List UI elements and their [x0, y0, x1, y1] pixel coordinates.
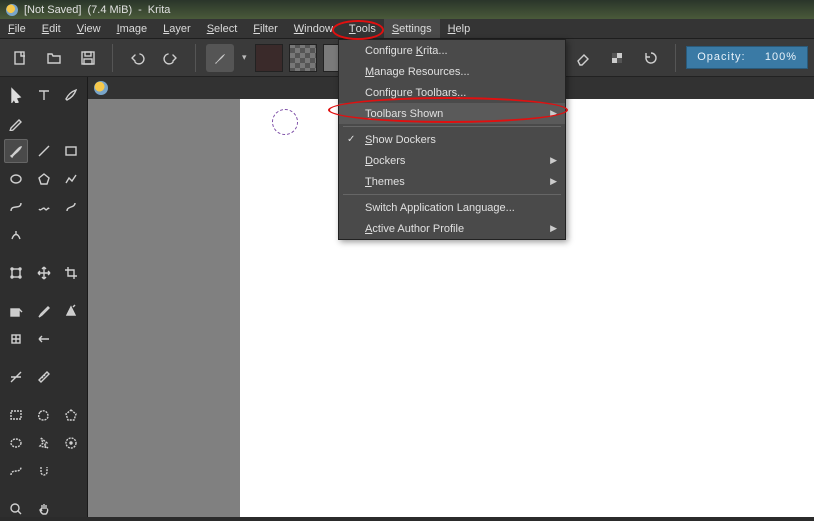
brush-preset-button[interactable]	[206, 44, 234, 72]
tool-color-picker[interactable]	[32, 299, 56, 323]
menu-filter[interactable]: Filter	[245, 19, 285, 38]
document-tab-icon[interactable]	[94, 81, 108, 95]
toolbar-separator	[195, 44, 196, 72]
tool-line[interactable]	[32, 139, 56, 163]
menu-item-manage-resources[interactable]: Manage Resources...	[339, 61, 565, 82]
menu-item-toolbars-shown[interactable]: Toolbars Shown ▶	[339, 103, 565, 124]
menu-item-configure-krita[interactable]: Configure Krita...	[339, 40, 565, 61]
tool-transform[interactable]	[4, 261, 28, 285]
toolbar-separator	[675, 44, 676, 72]
tool-zoom[interactable]	[4, 497, 28, 521]
tool-rect-select[interactable]	[4, 403, 28, 427]
menu-item-dockers[interactable]: Dockers ▶	[339, 150, 565, 171]
tool-free-select[interactable]	[32, 403, 56, 427]
menu-bar: FileEditViewImageLayerSelectFilterWindow…	[0, 19, 814, 39]
menu-item-switch-application-language[interactable]: Switch Application Language...	[339, 197, 565, 218]
tool-gradient[interactable]	[32, 327, 56, 351]
menu-item-label: Configure Krita...	[365, 45, 448, 57]
menu-item-label: Dockers	[365, 155, 405, 167]
toolbox	[0, 77, 88, 517]
tool-assist[interactable]	[4, 365, 28, 389]
opacity-slider[interactable]: Opacity: 100%	[686, 46, 808, 69]
open-file-button[interactable]	[40, 44, 68, 72]
opacity-value: 100%	[765, 51, 797, 63]
menu-item-label: Configure Toolbars...	[365, 87, 466, 99]
menu-item-label: Manage Resources...	[365, 66, 470, 78]
title-bar: [Not Saved] (7.4 MiB) - Krita	[0, 0, 814, 19]
menu-layer[interactable]: Layer	[155, 19, 199, 38]
alpha-lock-button[interactable]	[603, 44, 631, 72]
tool-bezier-select[interactable]	[4, 459, 28, 483]
settings-menu-dropdown: Configure Krita... Manage Resources... Con…	[338, 39, 566, 240]
erase-mode-button[interactable]	[569, 44, 597, 72]
menu-select[interactable]: Select	[199, 19, 246, 38]
tool-multibrush[interactable]	[4, 223, 28, 247]
menu-view[interactable]: View	[69, 19, 109, 38]
check-icon: ✓	[347, 134, 355, 145]
menu-help[interactable]: Help	[440, 19, 479, 38]
save-file-button[interactable]	[74, 44, 102, 72]
redo-button[interactable]	[157, 44, 185, 72]
title-sep: -	[138, 4, 142, 16]
tool-polygon[interactable]	[32, 167, 56, 191]
tool-poly-select[interactable]	[59, 403, 83, 427]
title-doc-status: [Not Saved]	[24, 4, 81, 16]
title-app: Krita	[148, 4, 171, 16]
app-icon	[6, 4, 18, 16]
menu-settings[interactable]: Settings	[384, 19, 440, 38]
title-size: (7.4 MiB)	[87, 4, 132, 16]
menu-item-active-author-profile[interactable]: Active Author Profile ▶	[339, 218, 565, 239]
tool-move[interactable]	[32, 261, 56, 285]
brush-cursor-outline	[272, 109, 298, 135]
opacity-label: Opacity:	[697, 51, 745, 63]
new-file-button[interactable]	[6, 44, 34, 72]
tool-rect[interactable]	[59, 139, 83, 163]
tool-patch[interactable]	[4, 327, 28, 351]
toolbar-separator	[112, 44, 113, 72]
tool-bezier[interactable]	[4, 195, 28, 219]
tool-text[interactable]	[32, 83, 56, 107]
tool-brush[interactable]	[4, 139, 28, 163]
tool-freehand[interactable]	[32, 195, 56, 219]
tool-dynamic[interactable]	[59, 195, 83, 219]
tool-fill[interactable]	[4, 299, 28, 323]
tool-polyline[interactable]	[59, 167, 83, 191]
tool-magnetic-select[interactable]	[32, 459, 56, 483]
menu-tools[interactable]: Tools	[341, 19, 384, 38]
menu-item-show-dockers[interactable]: ✓ Show Dockers	[339, 129, 565, 150]
tool-smart-fill[interactable]	[59, 299, 83, 323]
undo-button[interactable]	[123, 44, 151, 72]
chevron-down-icon[interactable]: ▾	[240, 52, 249, 63]
menu-window[interactable]: Window	[286, 19, 341, 38]
tool-cursor[interactable]	[4, 83, 28, 107]
tool-measure[interactable]	[32, 365, 56, 389]
menu-edit[interactable]: Edit	[34, 19, 69, 38]
menu-item-label: Themes	[365, 176, 405, 188]
tool-crop[interactable]	[59, 261, 83, 285]
menu-item-label: Show Dockers	[365, 134, 436, 146]
menu-item-label: Toolbars Shown	[365, 108, 443, 120]
submenu-arrow-icon: ▶	[550, 176, 557, 187]
submenu-arrow-icon: ▶	[550, 223, 557, 234]
tool-pan[interactable]	[32, 497, 56, 521]
menu-item-themes[interactable]: Themes ▶	[339, 171, 565, 192]
tool-contig-select[interactable]	[32, 431, 56, 455]
submenu-arrow-icon: ▶	[550, 108, 557, 119]
pattern-swatch-2[interactable]	[289, 44, 317, 72]
menu-item-configure-toolbars[interactable]: Configure Toolbars...	[339, 82, 565, 103]
menu-separator	[343, 126, 561, 127]
menu-separator	[343, 194, 561, 195]
tool-pencil[interactable]	[4, 111, 28, 135]
tool-color-select[interactable]	[59, 431, 83, 455]
tool-ellipse[interactable]	[4, 167, 28, 191]
submenu-arrow-icon: ▶	[550, 155, 557, 166]
menu-image[interactable]: Image	[109, 19, 156, 38]
tool-calligraphy[interactable]	[59, 83, 83, 107]
menu-file[interactable]: File	[0, 19, 34, 38]
pattern-swatch-1[interactable]	[255, 44, 283, 72]
menu-item-label: Switch Application Language...	[365, 202, 515, 214]
reload-preset-button[interactable]	[637, 44, 665, 72]
menu-item-label: Active Author Profile	[365, 223, 464, 235]
tool-ellipse-select[interactable]	[4, 431, 28, 455]
